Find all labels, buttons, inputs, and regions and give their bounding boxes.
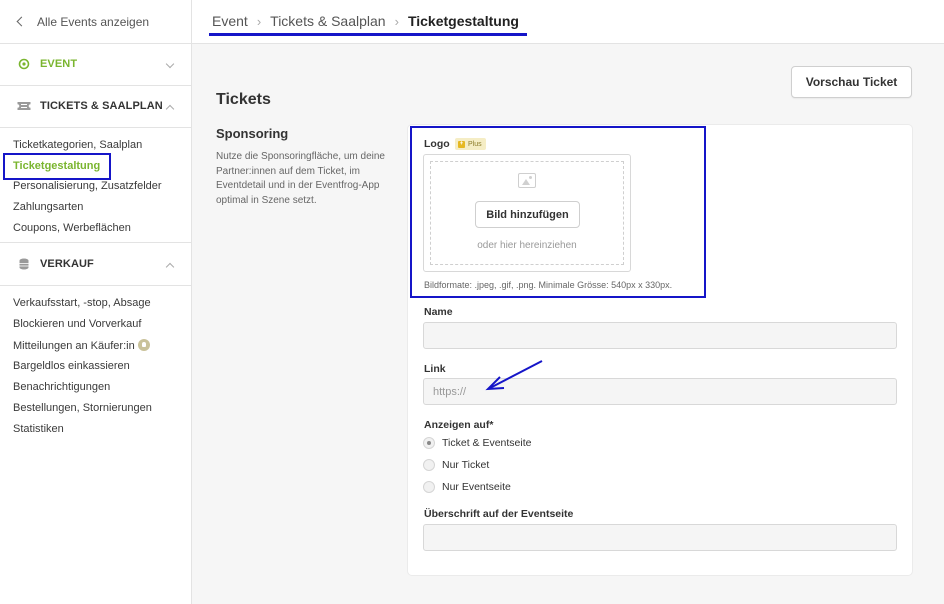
sidebar-item-bargeldlos[interactable]: Bargeldlos einkassieren xyxy=(13,360,130,372)
sidebar-item-coupons[interactable]: Coupons, Werbeflächen xyxy=(13,222,131,234)
sidebar-section-event[interactable]: EVENT xyxy=(0,44,191,84)
ticket-icon xyxy=(17,99,31,113)
chevron-left-icon xyxy=(16,16,27,27)
sidebar-item-zahlungsarten[interactable]: Zahlungsarten xyxy=(13,201,83,213)
sidebar-item-verkaufsstart[interactable]: Verkaufsstart, -stop, Absage xyxy=(13,297,151,309)
sidebar: Alle Events anzeigen EVENT TICKETS & SAA… xyxy=(0,0,192,604)
chevron-up-icon xyxy=(165,104,175,114)
radio-nur-eventseite[interactable]: Nur Eventseite xyxy=(423,481,511,493)
breadcrumb-item-event[interactable]: Event xyxy=(212,13,248,29)
top-header: Event › Tickets & Saalplan › Ticketgesta… xyxy=(192,0,944,44)
radio-button[interactable] xyxy=(423,481,435,493)
name-label: Name xyxy=(424,306,453,318)
coins-icon xyxy=(17,257,31,271)
sidebar-item-blockieren[interactable]: Blockieren und Vorverkauf xyxy=(13,318,141,330)
sidebar-item-benachrichtigungen[interactable]: Benachrichtigungen xyxy=(13,381,110,393)
breadcrumb-item-current: Ticketgestaltung xyxy=(407,13,519,29)
sidebar-item-statistiken[interactable]: Statistiken xyxy=(13,423,64,435)
sidebar-section-label: VERKAUF xyxy=(40,258,94,270)
show-on-label: Anzeigen auf* xyxy=(424,419,494,431)
sidebar-section-verkauf[interactable]: VERKAUF xyxy=(0,244,191,284)
preview-ticket-button[interactable]: Vorschau Ticket xyxy=(791,66,912,98)
divider xyxy=(0,285,191,286)
section-description: Nutze die Sponsoringfläche, um deine Par… xyxy=(216,151,385,206)
section-title: Sponsoring xyxy=(216,126,289,141)
radio-button[interactable] xyxy=(423,437,435,449)
sidebar-section-label: EVENT xyxy=(40,58,78,70)
page-title: Tickets xyxy=(216,91,271,108)
radio-ticket-eventseite[interactable]: Ticket & Eventseite xyxy=(423,437,531,449)
radio-label: Nur Eventseite xyxy=(442,481,511,493)
annotation-underline xyxy=(209,33,527,36)
radio-label: Nur Ticket xyxy=(442,459,490,471)
sidebar-item-label: Mitteilungen an Käufer:in xyxy=(13,340,135,352)
annotation-highlight-box xyxy=(3,153,111,180)
chevron-up-icon xyxy=(165,262,175,272)
back-to-all-events-link[interactable]: Alle Events anzeigen xyxy=(0,0,191,44)
sidebar-item-bestellungen[interactable]: Bestellungen, Stornierungen xyxy=(13,402,152,414)
breadcrumb: Event › Tickets & Saalplan › Ticketgesta… xyxy=(212,13,519,29)
sidebar-item-mitteilungen[interactable]: Mitteilungen an Käufer:in xyxy=(13,339,150,352)
heading-field[interactable] xyxy=(423,524,897,551)
sidebar-item-ticketkategorien[interactable]: Ticketkategorien, Saalplan xyxy=(13,139,142,151)
back-link-label: Alle Events anzeigen xyxy=(37,14,150,29)
sidebar-section-label: TICKETS & SAALPLAN xyxy=(40,100,163,112)
radio-button[interactable] xyxy=(423,459,435,471)
breadcrumb-item-tickets-saalplan[interactable]: Tickets & Saalplan xyxy=(270,13,385,29)
chevron-right-icon: › xyxy=(256,13,262,29)
divider xyxy=(0,127,191,128)
divider xyxy=(0,242,191,243)
name-field[interactable] xyxy=(423,322,897,349)
heading-label: Überschrift auf der Eventseite xyxy=(424,508,574,520)
chevron-right-icon: › xyxy=(394,13,399,29)
radio-label: Ticket & Eventseite xyxy=(442,437,532,449)
sidebar-item-personalisierung[interactable]: Personalisierung, Zusatzfelder xyxy=(13,180,162,192)
link-label: Link xyxy=(424,363,446,375)
location-pin-icon xyxy=(17,57,31,71)
annotation-highlight-box xyxy=(410,126,706,298)
sidebar-section-tickets[interactable]: TICKETS & SAALPLAN xyxy=(0,86,191,126)
lightbulb-icon xyxy=(137,339,150,351)
chevron-down-icon xyxy=(165,59,175,69)
radio-nur-ticket[interactable]: Nur Ticket xyxy=(423,459,489,471)
annotation-arrow-icon xyxy=(485,360,543,391)
